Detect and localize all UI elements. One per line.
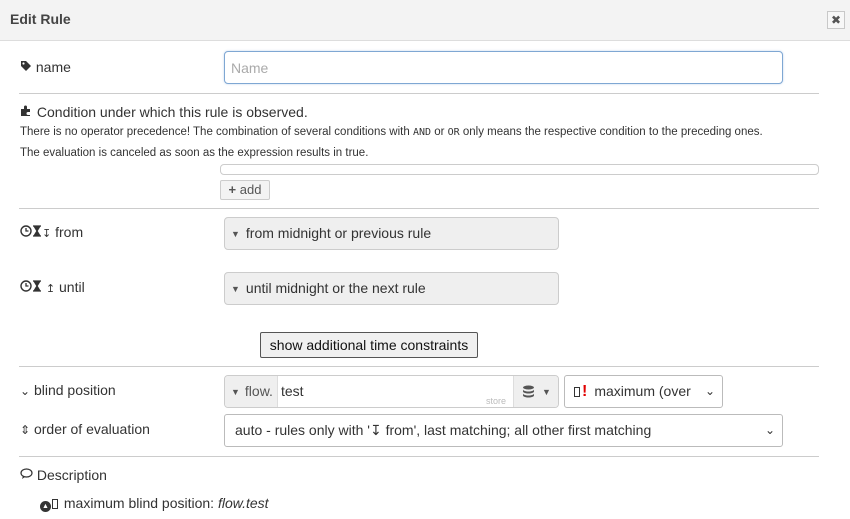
store-selector[interactable]: ▼	[513, 376, 558, 407]
caret-down-icon: ▼	[231, 387, 240, 397]
hourglass-icon	[32, 280, 42, 295]
hourglass-icon	[32, 225, 42, 240]
order-value: auto - rules only with '↧ from', last ma…	[235, 422, 652, 438]
clock-icon	[20, 225, 32, 240]
from-glyph-icon: ↧	[42, 228, 52, 240]
divider	[19, 366, 819, 367]
database-icon	[522, 383, 539, 399]
caret-down-icon: ▼	[541, 387, 551, 397]
from-value: from midnight or previous rule	[245, 225, 432, 241]
divider	[19, 93, 819, 94]
until-label: until	[59, 279, 85, 295]
type-label: flow.	[244, 383, 273, 399]
chevron-down-icon: ⌄	[20, 384, 31, 398]
divider	[19, 208, 819, 209]
clock-icon	[20, 280, 32, 295]
chevron-down-icon: ⌄	[764, 423, 775, 437]
plus-icon: +	[228, 182, 237, 197]
until-dropdown[interactable]: ▼ until midnight or the next rule	[224, 272, 559, 305]
divider	[19, 456, 819, 457]
order-select[interactable]: auto - rules only with '↧ from', last ma…	[224, 414, 783, 447]
until-value: until midnight or the next rule	[245, 280, 426, 296]
sort-icon: ⇕	[20, 423, 31, 437]
until-label-row: ↥ until	[20, 279, 85, 295]
blind-position-mode-value: maximum (over	[594, 383, 691, 399]
show-time-constraints-button[interactable]: show additional time constraints	[260, 332, 478, 358]
puzzle-icon	[20, 104, 33, 120]
exclamation-icon: !	[582, 383, 588, 400]
dialog-title: Edit Rule	[10, 11, 71, 27]
condition-note-1: There is no operator precedence! The com…	[20, 126, 763, 138]
close-icon[interactable]: ✖	[827, 11, 845, 29]
description-label: Description	[36, 467, 107, 483]
comment-icon	[20, 468, 33, 483]
placeholder-box-icon	[52, 499, 58, 509]
condition-note-2: The evaluation is canceled as soon as th…	[20, 147, 369, 159]
blind-position-typed-input: ▼ flow. test store ▼	[224, 375, 559, 408]
caret-down-icon: ▼	[231, 284, 240, 294]
placeholder-box-icon	[574, 387, 580, 397]
blind-position-mode-select[interactable]: ! maximum (over ⌄	[564, 375, 723, 408]
store-hint: store	[486, 396, 507, 406]
condition-list[interactable]	[220, 164, 819, 175]
description-label-row: Description	[20, 467, 107, 483]
rule-summary: ▲ maximum blind position: flow.test	[40, 495, 269, 512]
chevron-down-icon: ⌄	[704, 384, 715, 398]
add-condition-label: add	[239, 182, 262, 197]
summary-value: flow.test	[217, 495, 269, 511]
add-condition-button[interactable]: + add	[220, 180, 270, 200]
name-label: name	[35, 59, 71, 75]
name-label-row: name	[20, 59, 71, 75]
order-label: order of evaluation	[33, 421, 150, 437]
blind-position-label-row: ⌄ blind position	[20, 382, 116, 398]
from-dropdown[interactable]: ▼ from midnight or previous rule	[224, 217, 559, 250]
arrow-circle-up-icon: ▲	[40, 501, 51, 512]
blind-position-label: blind position	[33, 382, 116, 398]
condition-title-row: Condition under which this rule is obser…	[20, 104, 308, 120]
type-selector[interactable]: ▼ flow.	[225, 376, 278, 407]
tag-icon	[20, 60, 32, 75]
from-label-row: ↧ from	[20, 224, 83, 240]
caret-down-icon: ▼	[231, 229, 240, 239]
name-input[interactable]	[224, 51, 783, 84]
order-label-row: ⇕ order of evaluation	[20, 421, 150, 437]
until-glyph-icon: ↥	[45, 283, 56, 295]
blind-position-value[interactable]: test	[281, 376, 304, 407]
summary-prefix: maximum blind position:	[63, 495, 218, 511]
from-label: from	[55, 224, 84, 240]
dialog-titlebar: Edit Rule ✖	[0, 0, 850, 41]
condition-title: Condition under which this rule is obser…	[36, 104, 308, 120]
